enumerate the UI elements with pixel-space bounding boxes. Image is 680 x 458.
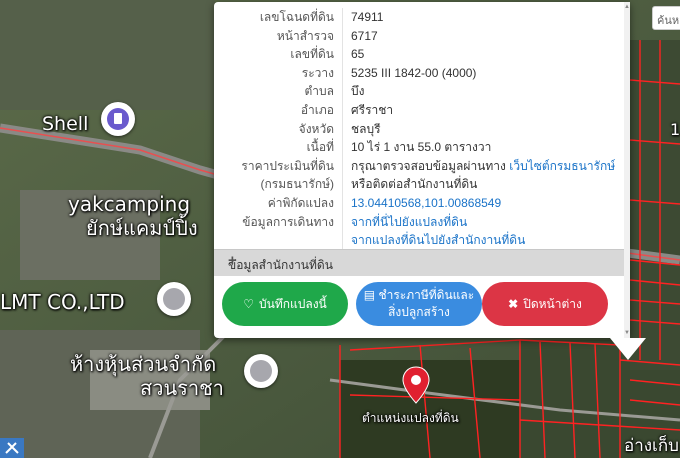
save-parcel-label: บันทึกแปลงนี้ (259, 296, 327, 311)
parcel-info-popup: เลขโฉนดที่ดิน 74911 หน้าสำรวจ 6717 เลขที… (214, 2, 646, 360)
popup-scrollbar[interactable]: ▲ ▼ (624, 2, 630, 338)
directions-to-parcel-link[interactable]: จากที่นี่ไปยังแปลงที่ดิน (343, 213, 467, 232)
deed-number-label: เลขโฉนดที่ดิน (214, 8, 343, 27)
yakcamping-thai-label: ยักษ์แคมป์ปิ้ง (86, 216, 198, 240)
land-office-accordion[interactable]: ข้อมูลสำนักงานที่ดิน + (214, 249, 624, 276)
map-sheet-value: 5235 III 1842-00 (4000) (351, 65, 477, 80)
map-sheet-label: ระวาง (214, 63, 343, 83)
info-row: เลขที่ดิน 65 (214, 45, 624, 64)
coordinates-label: ค่าพิกัดแปลง (214, 193, 343, 213)
land-number-value: 65 (351, 47, 365, 62)
appraisal-label: ราคาประเมินที่ดิน (214, 156, 343, 176)
land-number-label: เลขที่ดิน (214, 45, 343, 64)
province-label: จังหวัด (214, 119, 343, 139)
info-row: ข้อมูลการเดินทาง จากที่นี่ไปยังแปลงที่ดิ… (214, 212, 624, 232)
appraisal-value: กรุณาตรวจสอบข้อมูลผ่านทาง เว็บไซต์กรมธนา… (343, 157, 615, 176)
travel-info-spacer (214, 231, 343, 250)
pay-land-tax-label-line1: ชำระภาษีที่ดินและ (378, 288, 475, 302)
area-label: เนื้อที่ (214, 138, 343, 157)
shell-label: Shell (42, 113, 89, 135)
subdistrict-label: ตำบล (214, 82, 343, 101)
save-parcel-button[interactable]: ♡ บันทึกแปลงนี้ (222, 282, 348, 326)
info-row: จังหวัด ชลบุรี (214, 119, 624, 139)
info-row: (กรมธนารักษ์) หรือติดต่อสำนักงานที่ดิน (214, 175, 624, 194)
parcel-location-label: ตำแหน่งแปลงที่ดิน (362, 411, 459, 425)
close-icon: ✖ (508, 296, 519, 311)
info-row: อำเภอ ศรีราชา (214, 100, 624, 120)
info-row: ระวาง 5235 III 1842-00 (4000) (214, 63, 624, 83)
parcel-info-table: เลขโฉนดที่ดิน 74911 หน้าสำรวจ 6717 เลขที… (214, 8, 624, 250)
province-value: ชลบุรี (351, 121, 381, 136)
info-row: เลขโฉนดที่ดิน 74911 (214, 8, 624, 27)
district-value: ศรีราชา (351, 102, 394, 117)
tools-icon (5, 442, 19, 454)
place-marker-icon[interactable] (157, 282, 191, 316)
info-row: หน้าสำรวจ 6717 (214, 26, 624, 46)
coordinates-link[interactable]: 13.04410568,101.00868549 (343, 194, 501, 213)
heart-icon: ♡ (243, 296, 254, 311)
appraisal-text: กรุณาตรวจสอบข้อมูลผ่านทาง (351, 158, 510, 173)
pay-land-tax-label: ▤ ชำระภาษีที่ดินและ สิ่งปลูกสร้าง (364, 287, 474, 321)
search-input[interactable]: ค้นห (652, 6, 680, 30)
district-label: อำเภอ (214, 100, 343, 120)
info-row: ราคาประเมินที่ดิน กรุณาตรวจสอบข้อมูลผ่าน… (214, 156, 624, 176)
info-row: จากแปลงที่ดินไปยังสำนักงานที่ดิน (214, 231, 624, 250)
subdistrict-value: บึง (351, 84, 365, 99)
scroll-down-icon[interactable]: ▼ (624, 330, 630, 336)
popup-tail (610, 338, 646, 360)
survey-page-label: หน้าสำรวจ (214, 26, 343, 46)
appraisal-contact-text: หรือติดต่อสำนักงานที่ดิน (351, 177, 478, 192)
area-value: 10 ไร่ 1 งาน 55.0 ตารางวา (351, 140, 492, 155)
info-row: เนื้อที่ 10 ไร่ 1 งาน 55.0 ตารางวา (214, 138, 624, 157)
gas-station-icon[interactable] (101, 102, 135, 136)
partnership-label-2: สวนราชา (140, 376, 224, 400)
pay-land-tax-button[interactable]: ▤ ชำระภาษีที่ดินและ สิ่งปลูกสร้าง (356, 282, 482, 326)
reservoir-label: อ่างเก็บ (624, 436, 679, 456)
pay-land-tax-label-line2: สิ่งปลูกสร้าง (388, 305, 450, 319)
directions-to-office-link[interactable]: จากแปลงที่ดินไปยังสำนักงานที่ดิน (343, 231, 525, 250)
map-tool-button[interactable] (0, 438, 24, 458)
edge-label: 1 (670, 120, 680, 139)
survey-page-value: 6717 (351, 28, 378, 43)
close-window-label: ปิดหน้าต่าง (523, 296, 582, 311)
info-row: ตำบล บึง (214, 82, 624, 101)
lmt-label: LMT CO.,LTD (0, 290, 125, 314)
scroll-up-icon[interactable]: ▲ (624, 4, 630, 10)
close-window-button[interactable]: ✖ ปิดหน้าต่าง (482, 282, 608, 326)
receipt-icon: ▤ (363, 288, 379, 302)
plus-icon: + (228, 252, 237, 269)
treasury-website-link[interactable]: เว็บไซต์กรมธนารักษ์ (509, 159, 615, 173)
deed-number-value: 74911 (351, 10, 384, 24)
appraisal-dept-label: (กรมธนารักษ์) (214, 175, 343, 194)
travel-info-label: ข้อมูลการเดินทาง (214, 212, 343, 232)
place-marker-icon[interactable] (244, 354, 278, 388)
location-pin-icon[interactable] (401, 365, 431, 405)
info-row: ค่าพิกัดแปลง 13.04410568,101.00868549 (214, 193, 624, 213)
